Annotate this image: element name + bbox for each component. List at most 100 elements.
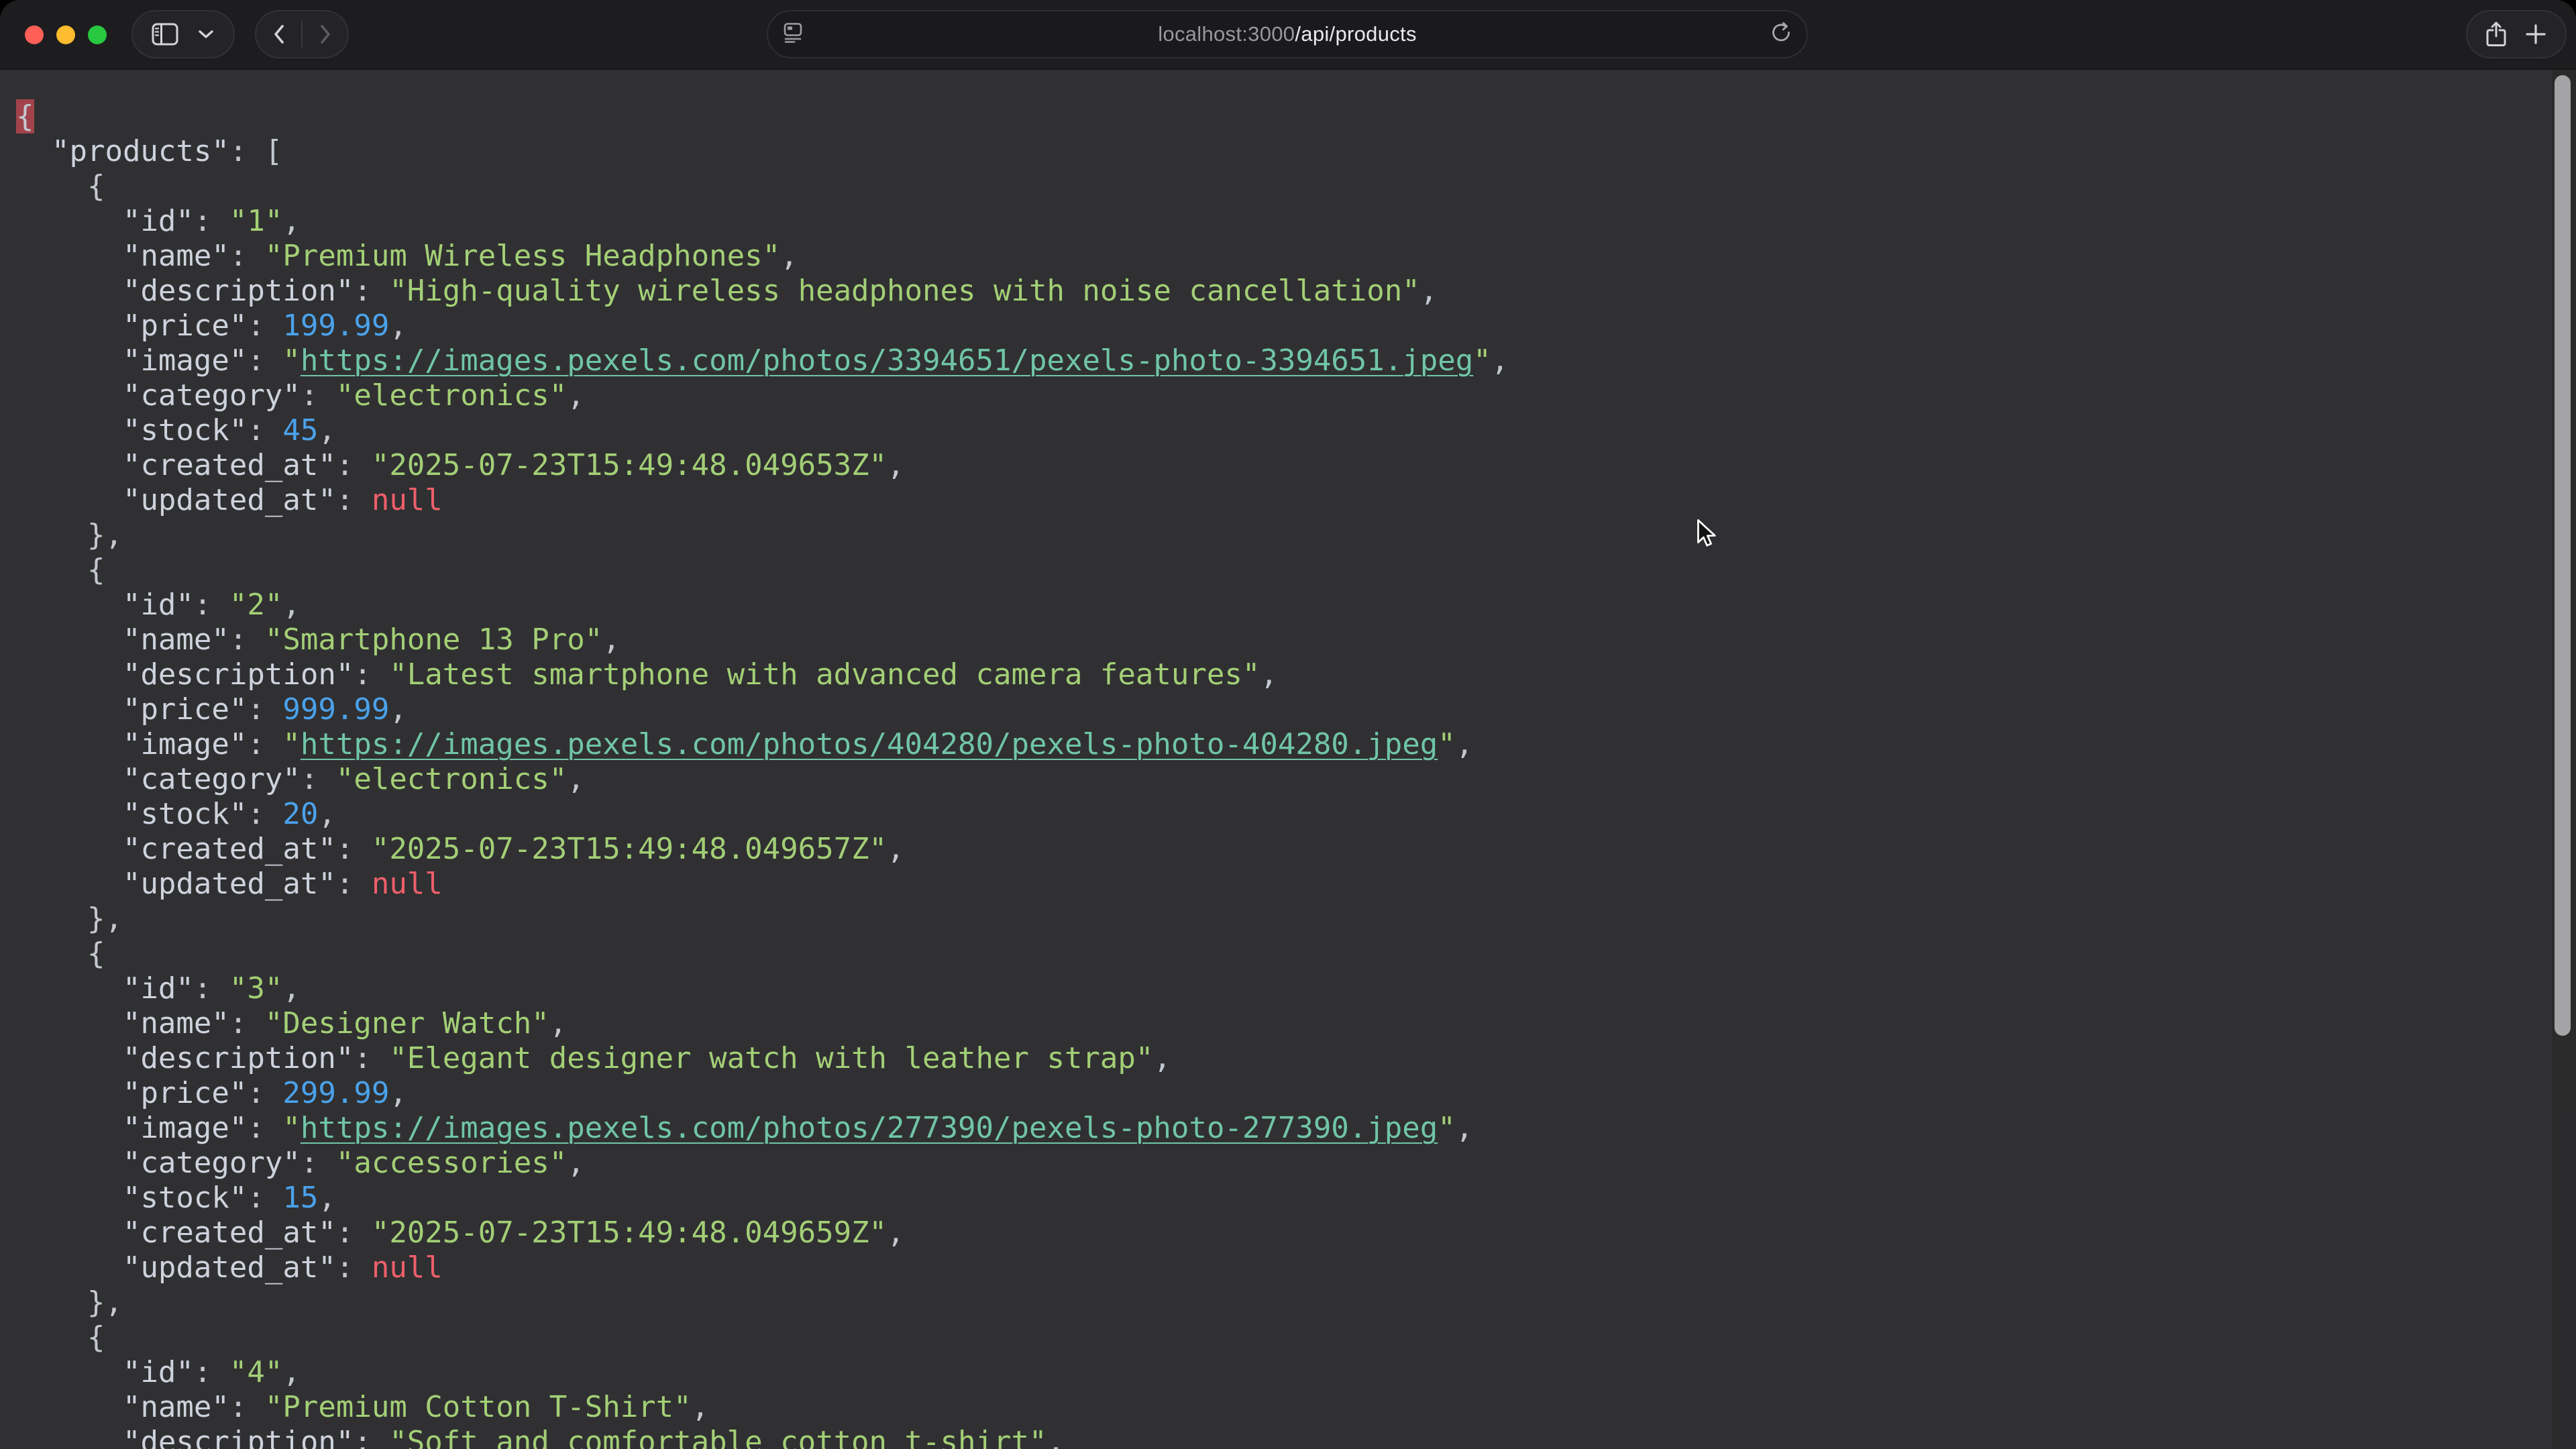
- indent: [16, 1390, 123, 1424]
- json-line: "name": "Smartphone 13 Pro",: [16, 623, 2576, 657]
- navigation-group: [255, 10, 349, 58]
- json-line: "name": "Designer Watch",: [16, 1006, 2576, 1041]
- indent: [16, 692, 123, 727]
- indent: [16, 623, 123, 657]
- json-string: "Premium Wireless Headphones": [265, 239, 780, 273]
- json-punctuation: :: [247, 727, 282, 761]
- json-line: {: [16, 936, 2576, 971]
- json-punctuation: ,: [887, 448, 905, 482]
- reload-button[interactable]: [1770, 22, 1792, 47]
- indent: [16, 727, 123, 761]
- indent: [16, 483, 123, 517]
- browser-window: localhost:3000/api/products: [0, 0, 2576, 1449]
- json-key: "id": [123, 1355, 194, 1389]
- json-key: "price": [123, 692, 247, 727]
- json-key: "image": [123, 1111, 247, 1145]
- matched-brace-highlight: {: [16, 99, 34, 133]
- json-punctuation: :: [247, 413, 282, 447]
- json-line: "updated_at": null: [16, 1250, 2576, 1285]
- json-string: "3": [229, 971, 282, 1006]
- json-number: 20: [282, 797, 318, 831]
- json-key: "stock": [123, 797, 247, 831]
- json-line: "stock": 20,: [16, 797, 2576, 832]
- json-string: "2": [229, 588, 282, 622]
- indent: [16, 832, 123, 866]
- url-text: localhost:3000/api/products: [1158, 22, 1417, 46]
- json-line: "id": "3",: [16, 971, 2576, 1006]
- json-number: 45: [282, 413, 318, 447]
- sidebar-toggle-icon[interactable]: [152, 23, 178, 46]
- json-string: "Elegant designer watch with leather str…: [389, 1041, 1153, 1075]
- json-punctuation: ,: [887, 1216, 905, 1250]
- json-line: "name": "Premium Wireless Headphones",: [16, 239, 2576, 274]
- json-punctuation: :: [247, 692, 282, 727]
- json-line: "description": "High-quality wireless he…: [16, 274, 2576, 309]
- json-punctuation: :: [229, 1006, 265, 1040]
- url-path: /api/products: [1295, 22, 1416, 46]
- scrollbar-thumb[interactable]: [2555, 75, 2571, 1036]
- json-punctuation: :: [301, 1146, 336, 1180]
- json-string: ": [1438, 727, 1456, 761]
- json-key: "description": [123, 657, 354, 692]
- json-key: "price": [123, 1076, 247, 1110]
- json-string: "2025-07-23T15:49:48.049653Z": [372, 448, 887, 482]
- json-string: "accessories": [336, 1146, 567, 1180]
- json-punctuation: ,: [692, 1390, 710, 1424]
- json-key: "updated_at": [123, 1250, 336, 1285]
- json-punctuation: :: [229, 1390, 265, 1424]
- json-line: "category": "accessories",: [16, 1146, 2576, 1181]
- json-punctuation: ,: [318, 797, 336, 831]
- forward-button[interactable]: [319, 24, 332, 44]
- json-punctuation: :: [336, 1250, 372, 1285]
- json-string: "Designer Watch": [265, 1006, 549, 1040]
- json-link[interactable]: https://images.pexels.com/photos/277390/…: [301, 1111, 1438, 1145]
- json-punctuation: ,: [389, 692, 407, 727]
- json-line: {: [16, 553, 2576, 588]
- share-icon[interactable]: [2486, 21, 2506, 47]
- json-punctuation: :: [354, 1041, 389, 1075]
- json-key: "id": [123, 971, 194, 1006]
- json-string: "Smartphone 13 Pro": [265, 623, 602, 657]
- indent: [16, 1006, 123, 1040]
- new-tab-button[interactable]: [2525, 23, 2546, 45]
- json-punctuation: ,: [567, 378, 585, 413]
- json-link[interactable]: https://images.pexels.com/photos/404280/…: [301, 727, 1438, 761]
- close-button[interactable]: [25, 25, 44, 44]
- json-punctuation: :: [336, 832, 372, 866]
- json-line: "description": "Soft and comfortable cot…: [16, 1425, 2576, 1449]
- indent: [16, 1076, 123, 1110]
- address-bar[interactable]: localhost:3000/api/products: [767, 10, 1808, 58]
- mouse-cursor: [1696, 518, 1717, 553]
- json-line: "category": "electronics",: [16, 378, 2576, 413]
- json-link[interactable]: https://images.pexels.com/photos/3394651…: [301, 343, 1473, 378]
- json-punctuation: {: [16, 169, 105, 203]
- page-settings-icon[interactable]: [783, 22, 803, 47]
- json-punctuation: ,: [1153, 1041, 1171, 1075]
- indent: [16, 274, 123, 308]
- back-button[interactable]: [272, 24, 286, 44]
- json-punctuation: :: [229, 239, 265, 273]
- indent: [16, 1146, 123, 1180]
- json-line: "price": 199.99,: [16, 309, 2576, 343]
- json-punctuation: ,: [282, 204, 301, 238]
- json-string: "2025-07-23T15:49:48.049657Z": [372, 832, 887, 866]
- json-key: "stock": [123, 1181, 247, 1215]
- json-punctuation: },: [16, 902, 123, 936]
- json-punctuation: :: [336, 448, 372, 482]
- minimize-button[interactable]: [56, 25, 75, 44]
- json-punctuation: :: [247, 1181, 282, 1215]
- json-string: "Soft and comfortable cotton t-shirt": [389, 1425, 1046, 1449]
- json-punctuation: :: [247, 1111, 282, 1145]
- json-punctuation: :: [336, 483, 372, 517]
- json-string: ": [282, 727, 301, 761]
- json-null: null: [372, 1250, 443, 1285]
- json-string: "electronics": [336, 378, 567, 413]
- json-key: "category": [123, 1146, 301, 1180]
- json-string: "1": [229, 204, 282, 238]
- zoom-button[interactable]: [88, 25, 107, 44]
- json-string: "electronics": [336, 762, 567, 796]
- json-punctuation: : [: [229, 134, 282, 168]
- json-string: "2025-07-23T15:49:48.049659Z": [372, 1216, 887, 1250]
- json-key: "image": [123, 727, 247, 761]
- chevron-down-icon[interactable]: [197, 29, 215, 40]
